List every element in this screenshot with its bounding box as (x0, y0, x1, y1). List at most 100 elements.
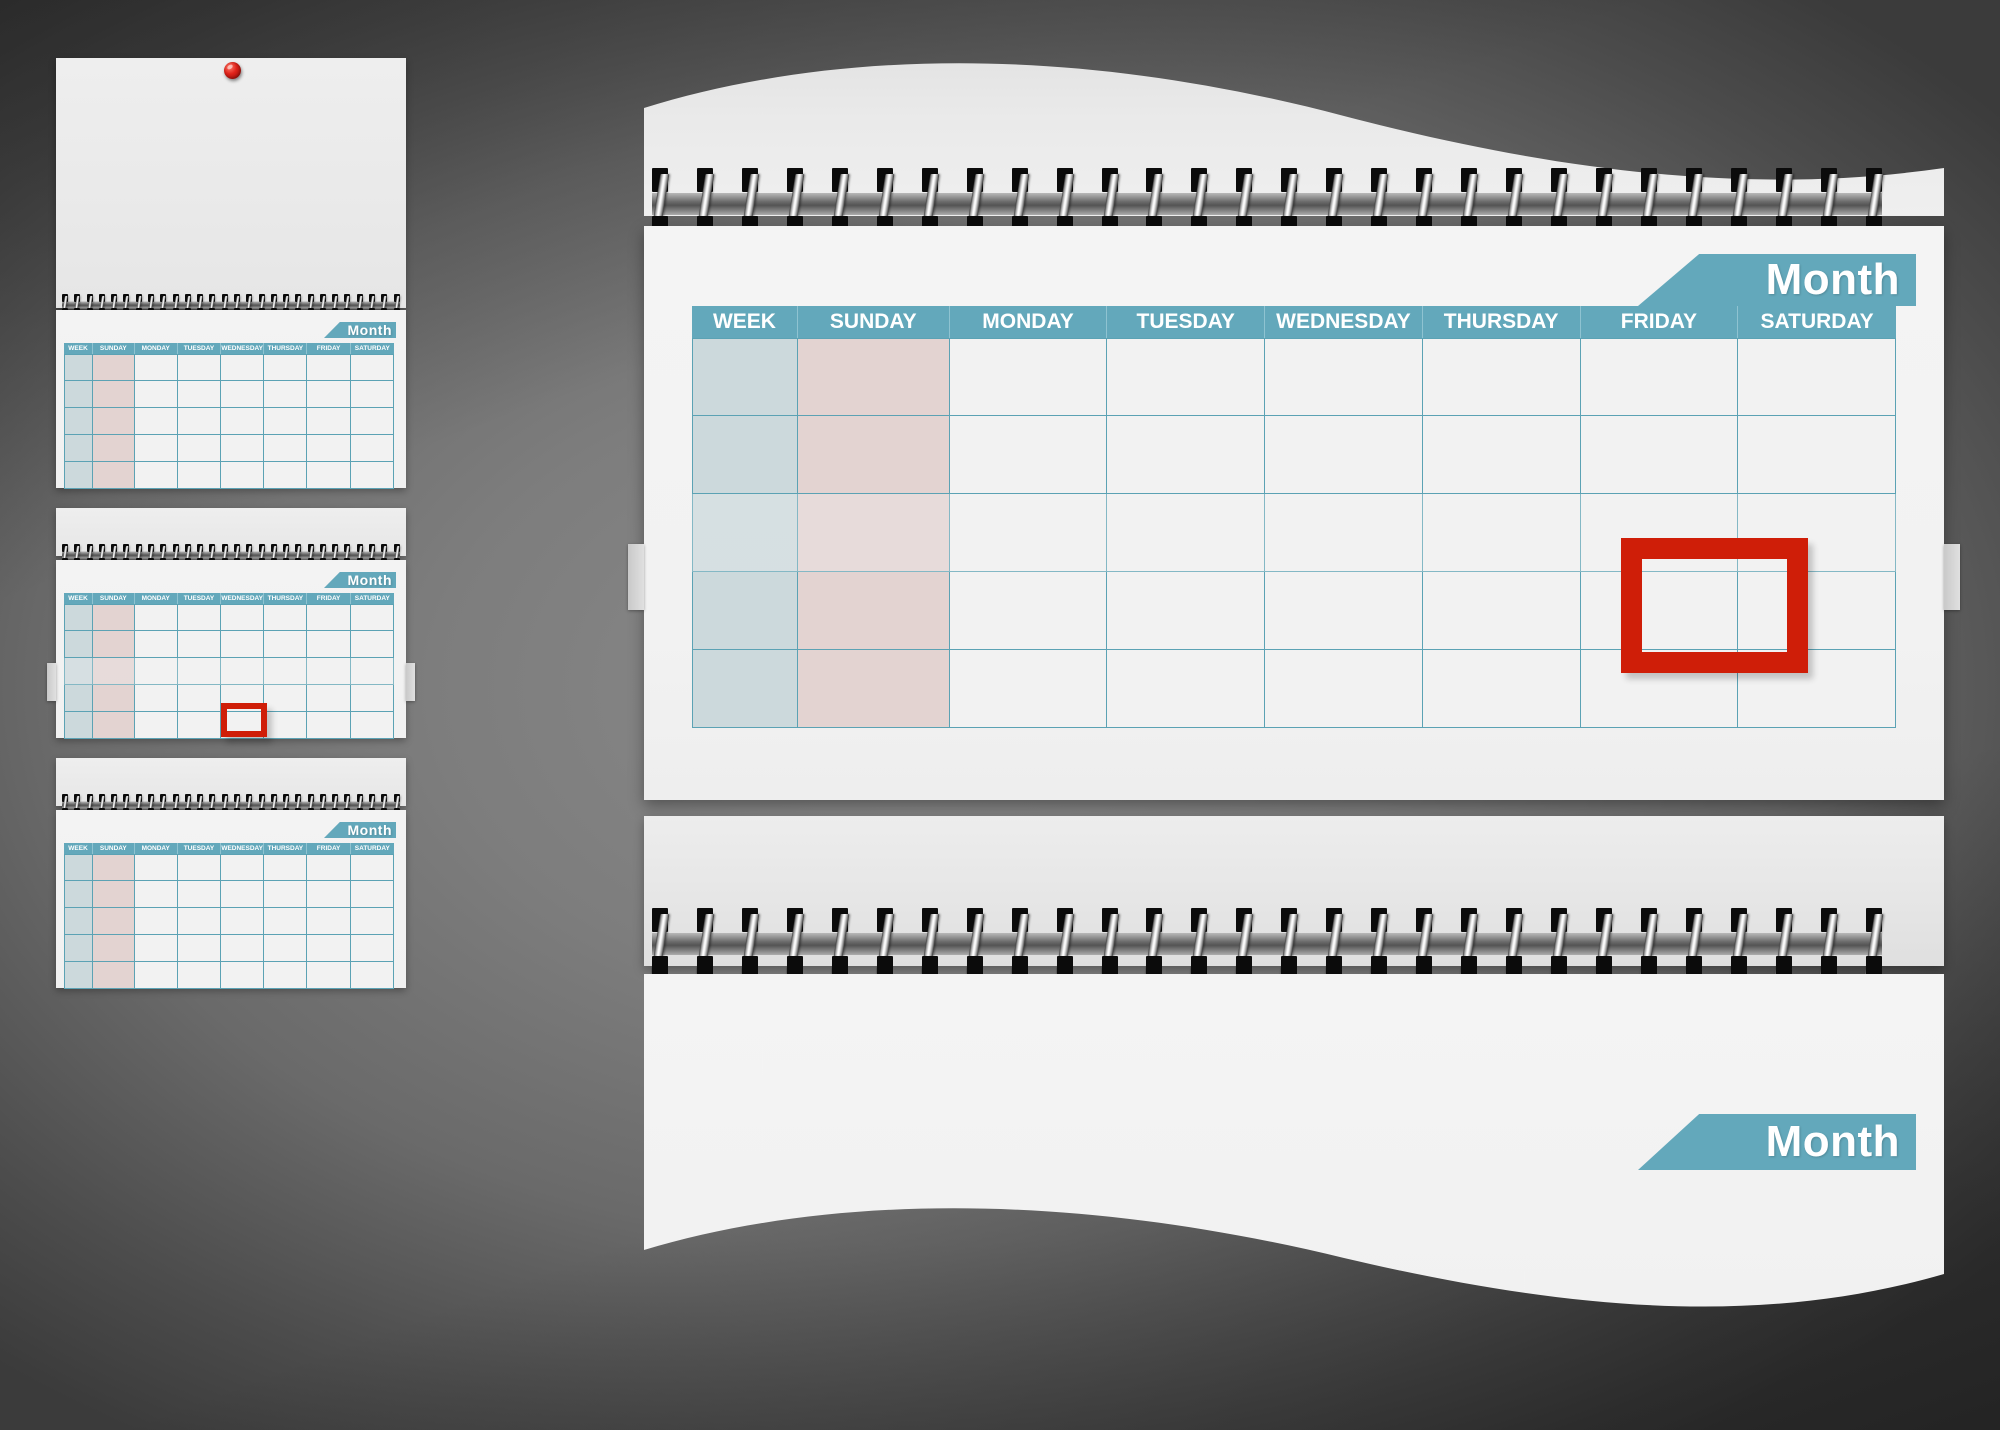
calendar-day-cell[interactable] (64, 712, 94, 739)
calendar-day-cell[interactable] (221, 354, 265, 381)
calendar-day-cell[interactable] (307, 631, 351, 658)
calendar-day-cell[interactable] (1107, 338, 1266, 416)
calendar-day-cell[interactable] (64, 685, 94, 712)
calendar-day-cell[interactable] (692, 416, 798, 494)
calendar-day-cell[interactable] (134, 712, 178, 739)
calendar-day-cell[interactable] (307, 908, 351, 935)
calendar-day-cell[interactable] (134, 908, 178, 935)
calendar-day-cell[interactable] (350, 908, 394, 935)
calendar-day-cell[interactable] (93, 381, 135, 408)
calendar-day-cell[interactable] (134, 881, 178, 908)
calendar-day-cell[interactable] (221, 435, 265, 462)
calendar-day-cell[interactable] (307, 462, 351, 489)
calendar-day-cell[interactable] (307, 354, 351, 381)
calendar-day-cell[interactable] (350, 408, 394, 435)
calendar-day-cell[interactable] (93, 435, 135, 462)
calendar-day-cell[interactable] (134, 408, 178, 435)
calendar-day-cell[interactable] (307, 935, 351, 962)
calendar-day-cell[interactable] (221, 408, 265, 435)
calendar-day-cell[interactable] (949, 416, 1108, 494)
calendar-day-cell[interactable] (1107, 416, 1266, 494)
calendar-day-cell[interactable] (692, 572, 798, 650)
calendar-day-cell[interactable] (93, 854, 135, 881)
calendar-day-cell[interactable] (177, 935, 222, 962)
calendar-day-cell[interactable] (1107, 572, 1266, 650)
calendar-day-cell[interactable] (264, 962, 308, 989)
calendar-day-cell[interactable] (307, 685, 351, 712)
calendar-day-cell[interactable] (177, 631, 222, 658)
calendar-day-cell[interactable] (264, 881, 308, 908)
calendar-day-cell[interactable] (949, 338, 1108, 416)
calendar-day-cell[interactable] (64, 881, 94, 908)
calendar-day-cell[interactable] (134, 381, 178, 408)
calendar-day-cell[interactable] (264, 435, 308, 462)
calendar-day-cell[interactable] (307, 854, 351, 881)
calendar-day-cell[interactable] (93, 962, 135, 989)
calendar-day-cell[interactable] (307, 658, 351, 685)
calendar-day-cell[interactable] (64, 631, 94, 658)
calendar-day-cell[interactable] (177, 408, 222, 435)
calendar-day-cell[interactable] (1580, 416, 1739, 494)
calendar-day-cell[interactable] (64, 908, 94, 935)
calendar-day-cell[interactable] (264, 631, 308, 658)
calendar-day-cell[interactable] (307, 712, 351, 739)
calendar-day-cell[interactable] (93, 881, 135, 908)
calendar-day-cell[interactable] (350, 881, 394, 908)
calendar-day-cell[interactable] (797, 416, 950, 494)
calendar-day-cell[interactable] (134, 354, 178, 381)
calendar-day-cell[interactable] (177, 962, 222, 989)
calendar-day-cell[interactable] (307, 381, 351, 408)
calendar-day-cell[interactable] (64, 462, 94, 489)
calendar-day-cell[interactable] (692, 494, 798, 572)
calendar-day-cell[interactable] (797, 650, 950, 728)
calendar-day-cell[interactable] (134, 962, 178, 989)
calendar-day-cell[interactable] (692, 650, 798, 728)
calendar-day-cell[interactable] (350, 604, 394, 631)
calendar-day-cell[interactable] (64, 435, 94, 462)
calendar-day-cell[interactable] (221, 881, 265, 908)
calendar-day-cell[interactable] (350, 685, 394, 712)
calendar-day-cell[interactable] (264, 685, 308, 712)
calendar-day-cell[interactable] (264, 381, 308, 408)
calendar-day-cell[interactable] (264, 854, 308, 881)
calendar-day-cell[interactable] (797, 494, 950, 572)
calendar-day-cell[interactable] (93, 685, 135, 712)
calendar-day-cell[interactable] (1265, 416, 1423, 494)
main-calendar[interactable]: Month WEEK SUNDAY MONDAY TUESDAY WEDNESDAY TH… (628, 56, 1960, 1366)
calendar-day-cell[interactable] (64, 962, 94, 989)
calendar-day-cell[interactable] (93, 354, 135, 381)
calendar-day-cell[interactable] (307, 408, 351, 435)
calendar-day-cell[interactable] (177, 881, 222, 908)
calendar-day-cell[interactable] (177, 685, 222, 712)
calendar-day-cell[interactable] (134, 854, 178, 881)
calendar-day-cell[interactable] (64, 354, 94, 381)
calendar-day-cell[interactable] (264, 908, 308, 935)
calendar-day-cell[interactable] (93, 712, 135, 739)
calendar-day-cell[interactable] (264, 935, 308, 962)
calendar-day-cell[interactable] (64, 658, 94, 685)
calendar-day-cell[interactable] (307, 881, 351, 908)
calendar-day-cell[interactable] (177, 604, 222, 631)
main-highlight-box[interactable] (1621, 538, 1808, 673)
calendar-day-cell[interactable] (177, 658, 222, 685)
calendar-day-cell[interactable] (264, 658, 308, 685)
calendar-day-cell[interactable] (93, 935, 135, 962)
calendar-day-cell[interactable] (1107, 494, 1266, 572)
calendar-day-cell[interactable] (134, 658, 178, 685)
calendar-day-cell[interactable] (1580, 338, 1739, 416)
calendar-day-cell[interactable] (350, 712, 394, 739)
calendar-day-cell[interactable] (350, 854, 394, 881)
calendar-day-cell[interactable] (264, 462, 308, 489)
calendar-day-cell[interactable] (1738, 338, 1896, 416)
calendar-day-cell[interactable] (134, 435, 178, 462)
calendar-day-cell[interactable] (307, 435, 351, 462)
calendar-day-cell[interactable] (177, 435, 222, 462)
calendar-day-cell[interactable] (350, 381, 394, 408)
calendar-day-cell[interactable] (64, 604, 94, 631)
calendar-day-cell[interactable] (350, 935, 394, 962)
calendar-day-cell[interactable] (1422, 338, 1581, 416)
calendar-day-cell[interactable] (350, 962, 394, 989)
calendar-day-cell[interactable] (350, 631, 394, 658)
calendar-day-cell[interactable] (221, 962, 265, 989)
calendar-day-cell[interactable] (177, 354, 222, 381)
